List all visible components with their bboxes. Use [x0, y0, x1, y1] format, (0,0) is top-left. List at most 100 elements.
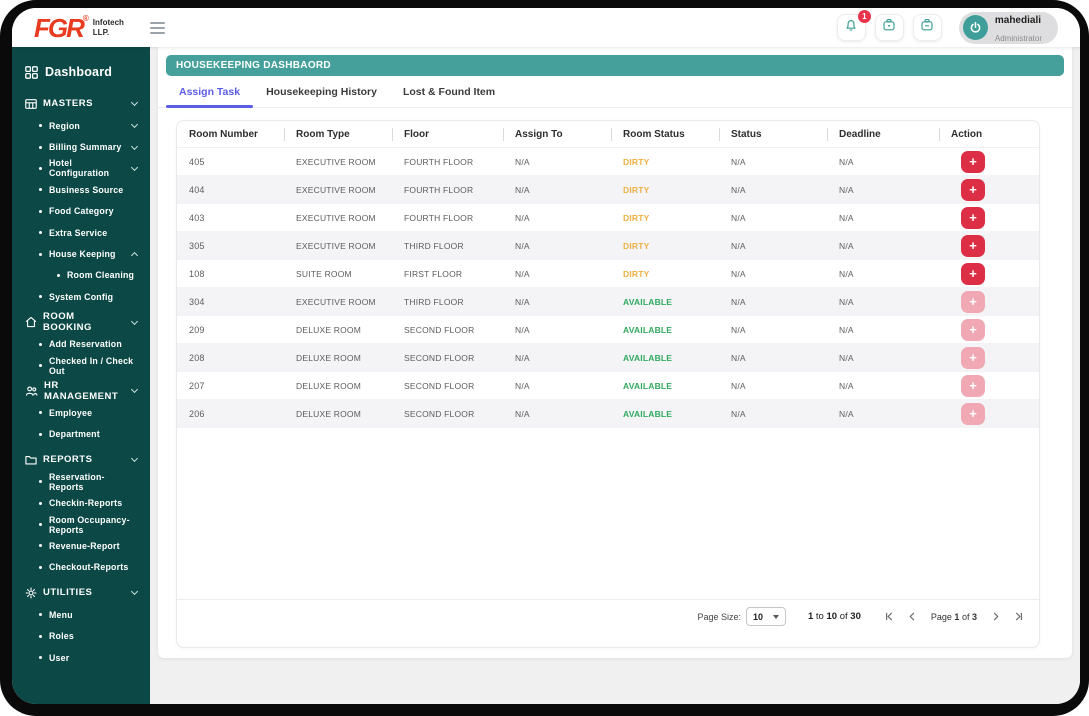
- cell-status: N/A: [731, 212, 746, 223]
- page-size-select[interactable]: 10: [745, 607, 786, 626]
- sidebar-item-user[interactable]: User: [12, 647, 150, 668]
- sidebar-item-business-source[interactable]: Business Source: [12, 179, 150, 200]
- hamburger-menu-icon[interactable]: [149, 21, 165, 34]
- tab-lost-found-item[interactable]: Lost & Found Item: [390, 76, 508, 107]
- add-task-button[interactable]: +: [961, 318, 985, 341]
- last-page-button[interactable]: [1014, 612, 1023, 621]
- add-task-button[interactable]: +: [961, 402, 985, 425]
- gear-icon: [25, 587, 37, 599]
- bullet-icon: [39, 209, 42, 213]
- room-status-badge: AVAILABLE: [623, 324, 673, 335]
- chevron-down-icon: [130, 317, 139, 325]
- sidebar-item-revenue-report[interactable]: Revenue-Report: [12, 535, 150, 556]
- cell-assign-to: N/A: [515, 156, 530, 167]
- sidebar-item-label: Region: [49, 120, 81, 131]
- sidebar-item-billing-summary[interactable]: Billing Summary: [12, 136, 150, 157]
- checkin-calendar-button[interactable]: [874, 14, 904, 41]
- sidebar-item-add-reservation[interactable]: Add Reservation: [12, 334, 150, 355]
- sidebar-item-dashboard[interactable]: Dashboard: [12, 59, 150, 85]
- add-task-button[interactable]: +: [961, 206, 985, 229]
- first-page-button[interactable]: [885, 612, 894, 621]
- cell-deadline: N/A: [839, 324, 854, 335]
- cell-assign-to: N/A: [515, 296, 530, 307]
- bell-icon: [844, 18, 858, 37]
- checkout-calendar-button[interactable]: [912, 14, 942, 41]
- plus-icon: +: [969, 181, 977, 197]
- user-profile-button[interactable]: mahediali Administrator: [958, 11, 1058, 44]
- cell-floor: SECOND FLOOR: [404, 324, 475, 335]
- sidebar-section-utilities[interactable]: UTILITIES: [12, 581, 150, 604]
- cell-deadline: N/A: [839, 296, 854, 307]
- chevron-down-icon: [130, 386, 139, 394]
- cell-room-type: EXECUTIVE ROOM: [296, 212, 376, 223]
- room-status-badge: DIRTY: [623, 184, 650, 195]
- page-size-value: 10: [752, 611, 763, 622]
- sidebar-item-house-keeping[interactable]: House Keeping: [12, 243, 150, 264]
- bullet-icon: [39, 166, 42, 170]
- table-row: 207 DELUXE ROOM SECOND FLOOR N/A AVAILAB…: [177, 372, 1039, 400]
- sidebar-item-label: Reservation-Reports: [49, 471, 105, 492]
- add-task-button[interactable]: +: [961, 374, 985, 397]
- bullet-icon: [39, 124, 42, 128]
- table-header-row: Room Number Room Type Floor Assign To Ro…: [177, 121, 1039, 148]
- sidebar-item-label: System Config: [49, 291, 114, 302]
- sidebar-section-room-booking[interactable]: ROOM BOOKING: [12, 311, 150, 334]
- sidebar-item-checkin-reports[interactable]: Checkin-Reports: [12, 492, 150, 513]
- sidebar-item-extra-service[interactable]: Extra Service: [12, 222, 150, 243]
- cell-room-number: 209: [189, 324, 205, 335]
- cell-deadline: N/A: [839, 212, 854, 223]
- next-page-button[interactable]: [991, 612, 1000, 621]
- cell-room-number: 405: [189, 156, 205, 167]
- sidebar-section-hr-management[interactable]: HR MANAGEMENT: [12, 379, 150, 402]
- sidebar-item-checkout-reports[interactable]: Checkout-Reports: [12, 557, 150, 578]
- cell-floor: SECOND FLOOR: [404, 380, 475, 391]
- sidebar-item-employee[interactable]: Employee: [12, 402, 150, 423]
- top-bar: FGR ® Infotech LLP. 1 mahediali Administ…: [12, 8, 1080, 47]
- cell-assign-to: N/A: [515, 212, 530, 223]
- add-task-button[interactable]: +: [961, 290, 985, 313]
- add-task-button[interactable]: +: [961, 150, 985, 173]
- sidebar-section-reports[interactable]: REPORTS: [12, 448, 150, 471]
- sidebar-section-label: UTILITIES: [43, 587, 93, 599]
- sidebar-item-hotel-configuration[interactable]: Hotel Configuration: [12, 158, 150, 179]
- add-task-button[interactable]: +: [961, 178, 985, 201]
- sidebar-item-label: Menu: [49, 609, 73, 620]
- cell-status: N/A: [731, 380, 746, 391]
- sidebar-item-reservation-reports[interactable]: Reservation-Reports: [12, 471, 150, 492]
- cell-floor: THIRD FLOOR: [404, 296, 464, 307]
- content-panel: HOUSEKEEPING DASHBAORD Assign Task House…: [158, 47, 1072, 658]
- tab-housekeeping-history[interactable]: Housekeeping History: [253, 76, 390, 107]
- col-floor: Floor: [392, 121, 503, 147]
- sidebar-item-food-category[interactable]: Food Category: [12, 201, 150, 222]
- first-page-icon: [885, 612, 893, 621]
- page-size-label: Page Size:: [697, 611, 741, 622]
- bullet-icon: [39, 411, 42, 415]
- notifications-button[interactable]: 1: [836, 10, 871, 41]
- cell-assign-to: N/A: [515, 352, 530, 363]
- cell-deadline: N/A: [839, 240, 854, 251]
- sidebar-item-menu[interactable]: Menu: [12, 604, 150, 625]
- sidebar-item-department[interactable]: Department: [12, 424, 150, 445]
- add-task-button[interactable]: +: [961, 346, 985, 369]
- bullet-icon: [39, 501, 42, 505]
- chevron-left-icon: [909, 612, 915, 621]
- sidebar-item-room-occupancy-reports[interactable]: Room Occupancy-Reports: [12, 514, 150, 535]
- sidebar-item-room-cleaning[interactable]: Room Cleaning: [12, 265, 150, 286]
- sidebar-item-system-config[interactable]: System Config: [12, 286, 150, 307]
- chevron-right-icon: [993, 612, 999, 621]
- sidebar-item-label: Food Category: [49, 206, 114, 217]
- table-row: 405 EXECUTIVE ROOM FOURTH FLOOR N/A DIRT…: [177, 148, 1039, 176]
- previous-page-button[interactable]: [908, 612, 917, 621]
- calendar-icon: [920, 18, 934, 37]
- sidebar-item-region[interactable]: Region: [12, 115, 150, 136]
- sidebar-item-roles[interactable]: Roles: [12, 625, 150, 646]
- sidebar-item-checked-in-check-out[interactable]: Checked In / Check Out: [12, 355, 150, 376]
- tab-assign-task[interactable]: Assign Task: [166, 76, 254, 108]
- sidebar-section-masters[interactable]: MASTERS: [12, 92, 150, 115]
- add-task-button[interactable]: +: [961, 234, 985, 257]
- add-task-button[interactable]: +: [961, 262, 985, 285]
- room-status-badge: DIRTY: [623, 268, 650, 279]
- sidebar-item-label: House Keeping: [49, 249, 116, 260]
- table-row: 209 DELUXE ROOM SECOND FLOOR N/A AVAILAB…: [177, 316, 1039, 344]
- bullet-icon: [39, 613, 42, 617]
